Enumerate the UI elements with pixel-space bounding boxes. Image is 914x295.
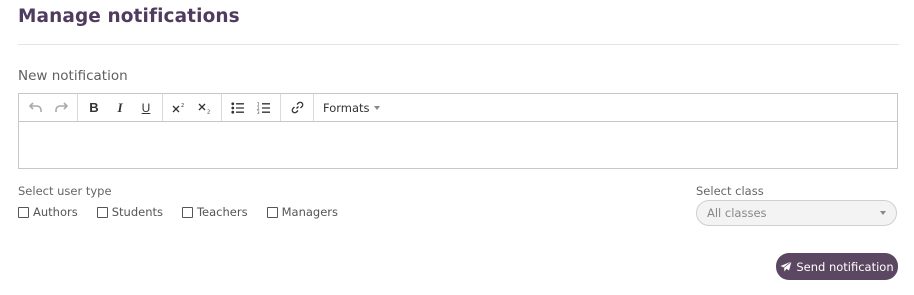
italic-label: I <box>117 99 123 115</box>
italic-button[interactable]: I <box>107 95 133 121</box>
editor-content-area[interactable] <box>19 122 897 168</box>
checkbox-box[interactable] <box>18 206 29 218</box>
undo-icon <box>28 102 42 112</box>
title-divider <box>18 44 899 45</box>
rich-text-editor: B I U 2 2 123 Formats <box>18 93 898 169</box>
superscript-icon: 2 <box>172 103 184 112</box>
class-select[interactable]: All classes <box>696 200 897 226</box>
bullet-list-button[interactable] <box>225 95 251 121</box>
checkbox-box[interactable] <box>96 206 108 218</box>
send-notification-label: Send notification <box>796 259 894 274</box>
undo-button[interactable] <box>22 95 48 121</box>
paper-plane-icon <box>780 261 793 272</box>
user-type-checkboxes: Authors Students Teachers Managers <box>18 205 357 219</box>
bullet-list-icon <box>231 101 244 114</box>
svg-text:2: 2 <box>181 103 184 109</box>
bold-label: B <box>89 100 99 115</box>
checkbox-box[interactable] <box>181 206 193 218</box>
checkbox-label: Teachers <box>196 205 248 219</box>
new-notification-label: New notification <box>18 68 128 84</box>
link-button[interactable] <box>284 95 310 121</box>
redo-button[interactable] <box>48 95 74 121</box>
numbered-list-button[interactable]: 123 <box>251 95 277 121</box>
link-group <box>281 94 314 121</box>
checkbox-box[interactable] <box>266 206 278 218</box>
checkbox-label: Authors <box>33 205 78 219</box>
class-select-value: All classes <box>707 206 767 220</box>
svg-text:3: 3 <box>257 110 260 114</box>
checkbox-label: Students <box>111 205 163 219</box>
checkbox-managers[interactable]: Managers <box>266 205 338 219</box>
subscript-icon: 2 <box>198 103 210 114</box>
numbered-list-icon: 123 <box>257 102 270 114</box>
checkbox-teachers[interactable]: Teachers <box>181 205 248 219</box>
redo-icon <box>54 102 68 112</box>
style-group: B I U <box>78 94 163 121</box>
checkbox-label: Managers <box>281 205 338 219</box>
editor-toolbar: B I U 2 2 123 Formats <box>19 94 897 122</box>
formats-group: Formats <box>314 94 389 121</box>
underline-label: U <box>141 100 151 115</box>
page-title: Manage notifications <box>18 6 240 27</box>
chevron-down-icon <box>880 211 886 215</box>
underline-button[interactable]: U <box>133 95 159 121</box>
subscript-button[interactable]: 2 <box>192 95 218 121</box>
list-group: 123 <box>222 94 281 121</box>
history-group <box>19 94 78 121</box>
svg-text:2: 2 <box>207 109 210 114</box>
link-icon <box>291 101 303 114</box>
superscript-button[interactable]: 2 <box>166 95 192 121</box>
send-notification-button[interactable]: Send notification <box>776 253 898 280</box>
user-type-label: Select user type <box>18 184 112 198</box>
checkbox-authors[interactable]: Authors <box>18 205 78 219</box>
class-select-label: Select class <box>696 184 764 198</box>
chevron-down-icon <box>373 105 380 110</box>
formats-dropdown[interactable]: Formats <box>317 101 386 115</box>
formats-label: Formats <box>323 100 370 115</box>
script-group: 2 2 <box>163 94 222 121</box>
checkbox-students[interactable]: Students <box>96 205 163 219</box>
bold-button[interactable]: B <box>81 95 107 121</box>
